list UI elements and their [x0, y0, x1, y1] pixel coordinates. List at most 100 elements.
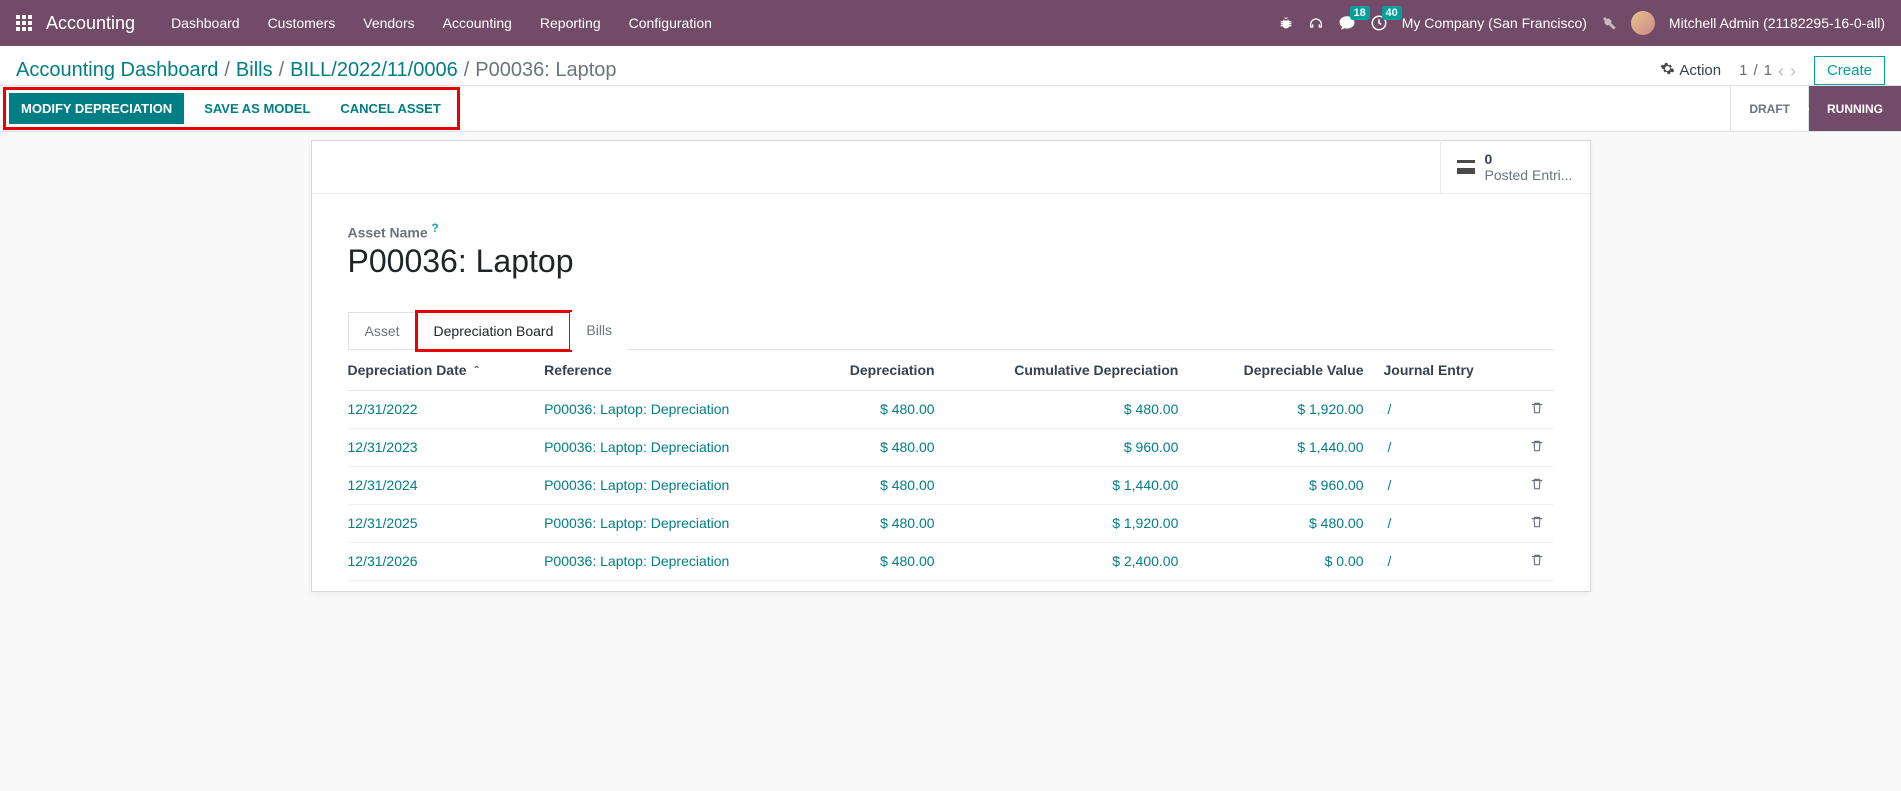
cell-depreciation: $ 480.00 [806, 428, 945, 466]
gear-icon [1660, 61, 1675, 80]
cancel-asset-button[interactable]: CANCEL ASSET [330, 93, 450, 124]
col-cumulative[interactable]: Cumulative Depreciation [945, 350, 1189, 391]
nav-reporting[interactable]: Reporting [528, 9, 613, 37]
action-label: Action [1679, 62, 1721, 79]
col-journal-entry[interactable]: Journal Entry [1374, 350, 1520, 391]
cell-delete[interactable] [1520, 504, 1554, 542]
cell-date[interactable]: 12/31/2025 [348, 504, 535, 542]
user-name[interactable]: Mitchell Admin (21182295-16-0-all) [1669, 15, 1885, 31]
pager-current: 1 [1739, 62, 1747, 79]
cell-delete[interactable] [1520, 428, 1554, 466]
cell-depreciable: $ 1,440.00 [1188, 428, 1373, 466]
save-as-model-button[interactable]: SAVE AS MODEL [194, 93, 320, 124]
trash-icon[interactable] [1530, 440, 1544, 456]
tab-depreciation-board[interactable]: Depreciation Board [417, 312, 571, 350]
notebook: Asset Depreciation Board Bills Depreciat… [348, 312, 1554, 581]
status-steps: DRAFT RUNNING [1730, 86, 1901, 131]
cell-reference[interactable]: P00036: Laptop: Depreciation [534, 390, 806, 428]
avatar[interactable] [1631, 11, 1655, 35]
activities-icon[interactable]: 40 [1370, 14, 1388, 32]
cell-journal-entry[interactable]: / [1374, 542, 1520, 580]
pager-prev-icon[interactable]: ‹ [1778, 62, 1784, 80]
control-bar: Accounting Dashboard / Bills / BILL/2022… [0, 46, 1901, 86]
col-date[interactable]: Depreciation Date ˆ [348, 350, 535, 391]
messages-icon[interactable]: 18 [1338, 14, 1356, 32]
col-depreciation[interactable]: Depreciation [806, 350, 945, 391]
breadcrumb-dashboard[interactable]: Accounting Dashboard [16, 59, 218, 82]
posted-entries-label: Posted Entri... [1485, 167, 1573, 183]
cell-delete[interactable] [1520, 466, 1554, 504]
cell-depreciable: $ 480.00 [1188, 504, 1373, 542]
posted-entries-count: 0 [1485, 151, 1573, 167]
cell-cumulative: $ 480.00 [945, 390, 1189, 428]
pager: 1 / 1 ‹ › [1739, 62, 1796, 80]
breadcrumb-bills[interactable]: Bills [236, 59, 273, 82]
cell-reference[interactable]: P00036: Laptop: Depreciation [534, 428, 806, 466]
trash-icon[interactable] [1530, 402, 1544, 418]
col-depreciable[interactable]: Depreciable Value [1188, 350, 1373, 391]
cell-cumulative: $ 1,920.00 [945, 504, 1189, 542]
cell-journal-entry[interactable]: / [1374, 466, 1520, 504]
cell-depreciation: $ 480.00 [806, 466, 945, 504]
help-icon[interactable]: ? [432, 222, 439, 235]
cell-depreciation: $ 480.00 [806, 504, 945, 542]
breadcrumb-bill-number[interactable]: BILL/2022/11/0006 [290, 59, 458, 82]
table-row[interactable]: 12/31/2024P00036: Laptop: Depreciation$ … [348, 466, 1554, 504]
main-navbar: Accounting Dashboard Customers Vendors A… [0, 0, 1901, 46]
bug-icon[interactable] [1278, 15, 1294, 31]
tools-icon[interactable] [1601, 15, 1617, 31]
table-row[interactable]: 12/31/2022P00036: Laptop: Depreciation $ … [348, 390, 1554, 428]
status-running[interactable]: RUNNING [1808, 86, 1901, 131]
company-selector[interactable]: My Company (San Francisco) [1402, 15, 1587, 31]
cell-delete[interactable] [1520, 542, 1554, 580]
modify-depreciation-button[interactable]: MODIFY DEPRECIATION [9, 93, 184, 124]
cell-reference[interactable]: P00036: Laptop: Depreciation [534, 504, 806, 542]
support-icon[interactable] [1308, 15, 1324, 31]
cell-date[interactable]: 12/31/2023 [348, 428, 535, 466]
app-brand[interactable]: Accounting [46, 13, 135, 34]
nav-dashboard[interactable]: Dashboard [159, 9, 252, 37]
asset-name-label: Asset Name ? [348, 222, 1554, 241]
nav-menu: Dashboard Customers Vendors Accounting R… [159, 9, 724, 37]
cell-depreciable: $ 1,920.00 [1188, 390, 1373, 428]
tab-asset[interactable]: Asset [348, 312, 417, 350]
cell-reference[interactable]: P00036: Laptop: Depreciation [534, 466, 806, 504]
trash-icon[interactable] [1530, 554, 1544, 570]
nav-configuration[interactable]: Configuration [617, 9, 724, 37]
cell-depreciable: $ 0.00 [1188, 542, 1373, 580]
nav-vendors[interactable]: Vendors [351, 9, 426, 37]
trash-icon[interactable] [1530, 516, 1544, 532]
cell-reference[interactable]: P00036: Laptop: Depreciation [534, 542, 806, 580]
table-row[interactable]: 12/31/2026P00036: Laptop: Depreciation $ … [348, 542, 1554, 580]
action-dropdown[interactable]: Action [1660, 61, 1721, 80]
nav-right: 18 40 My Company (San Francisco) Mitchel… [1278, 11, 1885, 35]
cell-date[interactable]: 12/31/2026 [348, 542, 535, 580]
cell-date[interactable]: 12/31/2022 [348, 390, 535, 428]
table-row[interactable]: 12/31/2023P00036: Laptop: Depreciation$ … [348, 428, 1554, 466]
pager-total: 1 [1764, 62, 1772, 79]
posted-entries-button[interactable]: 0 Posted Entri... [1440, 141, 1590, 193]
table-row[interactable]: 12/31/2025P00036: Laptop: Depreciation$ … [348, 504, 1554, 542]
apps-icon[interactable] [16, 15, 32, 31]
cell-journal-entry[interactable]: / [1374, 390, 1520, 428]
create-button[interactable]: Create [1814, 56, 1885, 85]
breadcrumb-sep: / [464, 59, 470, 82]
depreciation-table: Depreciation Date ˆ Reference Depreciati… [348, 350, 1554, 581]
breadcrumb-sep: / [224, 59, 230, 82]
table-header-row: Depreciation Date ˆ Reference Depreciati… [348, 350, 1554, 391]
breadcrumb: Accounting Dashboard / Bills / BILL/2022… [16, 59, 617, 82]
list-icon [1457, 160, 1475, 174]
cell-journal-entry[interactable]: / [1374, 428, 1520, 466]
tab-bills[interactable]: Bills [570, 312, 628, 350]
status-draft[interactable]: DRAFT [1730, 86, 1808, 131]
cell-depreciable: $ 960.00 [1188, 466, 1373, 504]
pager-next-icon[interactable]: › [1790, 62, 1796, 80]
nav-customers[interactable]: Customers [256, 9, 348, 37]
nav-accounting[interactable]: Accounting [431, 9, 524, 37]
cell-delete[interactable] [1520, 390, 1554, 428]
cell-date[interactable]: 12/31/2024 [348, 466, 535, 504]
sort-asc-icon: ˆ [474, 364, 478, 378]
trash-icon[interactable] [1530, 478, 1544, 494]
col-reference[interactable]: Reference [534, 350, 806, 391]
cell-journal-entry[interactable]: / [1374, 504, 1520, 542]
